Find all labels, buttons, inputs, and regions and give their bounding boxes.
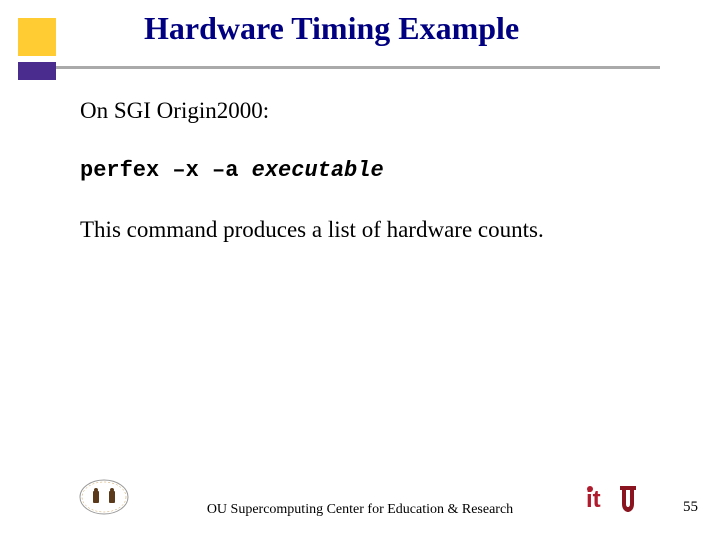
slide-title: Hardware Timing Example — [144, 10, 519, 47]
page-number: 55 — [683, 499, 698, 516]
slide-header: Hardware Timing Example — [0, 0, 720, 80]
oscer-logo-icon — [78, 477, 130, 522]
slide-footer: OU Supercomputing Center for Education &… — [0, 478, 720, 528]
accent-block-yellow — [18, 18, 56, 56]
it-ou-logo-icon: it — [586, 483, 644, 522]
body-text-platform: On SGI Origin2000: — [80, 98, 680, 124]
accent-block-purple — [18, 62, 56, 80]
code-command: perfex –x –a — [80, 158, 238, 183]
code-argument: executable — [252, 158, 384, 183]
body-code-command: perfex –x –a executable — [80, 158, 680, 183]
title-rule — [56, 66, 660, 69]
slide-body: On SGI Origin2000: perfex –x –a executab… — [80, 98, 680, 243]
footer-attribution: OU Supercomputing Center for Education &… — [207, 502, 513, 518]
title-underline — [0, 62, 720, 80]
body-text-description: This command produces a list of hardware… — [80, 217, 680, 243]
